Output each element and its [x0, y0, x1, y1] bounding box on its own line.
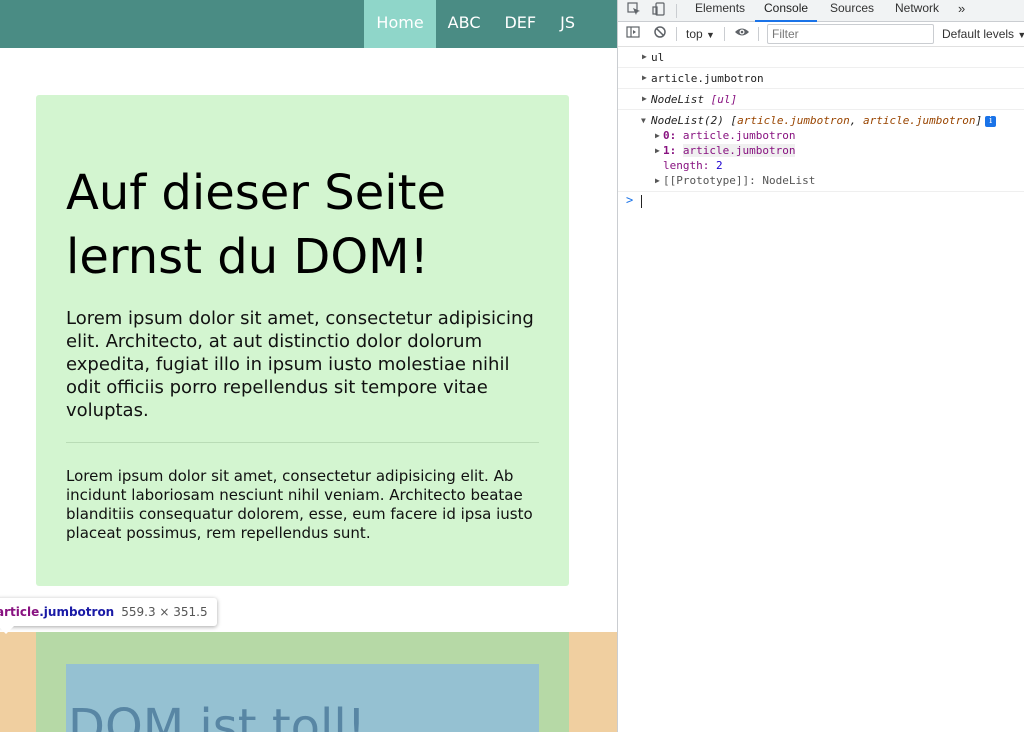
- tab-network[interactable]: Network: [895, 0, 939, 22]
- toolbar-separator-2: [724, 27, 725, 41]
- toolbar-separator-3: [758, 27, 759, 41]
- console-entry-text: ul: [651, 51, 665, 64]
- nav-item-home[interactable]: Home: [364, 0, 436, 48]
- child-value: article.jumbotron: [682, 129, 796, 142]
- nav-item-def[interactable]: DEF: [492, 0, 548, 48]
- console-entry-text: NodeList [ul]: [651, 93, 737, 106]
- tabbar-separator: [676, 4, 677, 18]
- tab-sources[interactable]: Sources: [830, 0, 874, 22]
- jumbotron-heading: Auf dieser Seite lernst du DOM!: [66, 165, 446, 285]
- comma: ,: [849, 114, 857, 127]
- console-output: ▶ ul ▶ article.jumbotron ▶ NodeList [ul]…: [618, 47, 1024, 732]
- devtools-tabbar: Elements Console Sources Network »: [618, 0, 1024, 22]
- jumbotron-second-heading: DOM ist toll!: [68, 699, 366, 732]
- nav-item-js[interactable]: JS: [548, 0, 587, 48]
- inspect-tooltip: article.jumbotron 559.3 × 351.5: [0, 598, 217, 634]
- console-entry-text: article.jumbotron: [651, 72, 764, 85]
- log-levels-label: Default levels: [942, 27, 1015, 41]
- live-expression-eye-icon[interactable]: [733, 25, 751, 43]
- child-key: 1:: [663, 144, 677, 157]
- nodelist-length: length: 2: [663, 159, 723, 172]
- more-tabs-icon[interactable]: »: [958, 0, 965, 22]
- page-viewport: Home ABC DEF JS Auf dieser Seite lernst …: [0, 0, 617, 732]
- jumbotron-body: Lorem ipsum dolor sit amet, consectetur …: [66, 467, 533, 542]
- device-toolbar-icon[interactable]: [650, 2, 668, 20]
- divider: [66, 442, 539, 443]
- jumbotron-lead: Lorem ipsum dolor sit amet, consectetur …: [66, 308, 534, 421]
- info-icon[interactable]: i: [985, 116, 997, 127]
- tab-elements[interactable]: Elements: [695, 0, 745, 22]
- sidebar-toggle-icon[interactable]: [624, 25, 642, 43]
- console-toolbar: top ▼ Filter Default levels ▼: [618, 22, 1024, 47]
- nodelist-name: NodeList(2): [651, 114, 724, 127]
- chevron-down-icon: ▼: [1017, 30, 1024, 40]
- jumbotron: Auf dieser Seite lernst du DOM! Lorem ip…: [36, 95, 569, 586]
- console-entry[interactable]: ▶ ul: [618, 47, 1024, 68]
- expand-triangle-icon[interactable]: ▶: [642, 52, 647, 61]
- tooltip-arrow: [0, 626, 14, 634]
- console-entry-text: NodeList(2) [article.jumbotron, article.…: [651, 114, 997, 127]
- toolbar-separator: [676, 27, 677, 41]
- top-navbar: Home ABC DEF JS: [0, 0, 617, 48]
- console-prompt-icon: >: [626, 193, 634, 207]
- nodelist-items: [ul]: [710, 93, 738, 106]
- length-key: length:: [663, 159, 710, 172]
- length-value: 2: [715, 159, 723, 172]
- log-levels-dropdown[interactable]: Default levels ▼: [942, 26, 1024, 43]
- jumbotron-second-content: DOM ist toll!: [66, 664, 539, 732]
- console-input-caret[interactable]: [641, 195, 642, 208]
- child-key: 0:: [663, 129, 677, 142]
- tooltip-tag: article: [0, 605, 40, 619]
- tooltip-dimensions: 559.3 × 351.5: [121, 605, 208, 619]
- tooltip-class: .jumbotron: [39, 605, 115, 619]
- prototype-entry[interactable]: [[Prototype]]: NodeList: [663, 174, 815, 187]
- nodelist-child[interactable]: 1: article.jumbotron: [663, 144, 796, 157]
- nodelist-item: article.jumbotron: [737, 114, 850, 127]
- nodelist-item: article.jumbotron: [862, 114, 976, 127]
- console-entry-expanded[interactable]: ▼ NodeList(2) [article.jumbotron, articl…: [618, 110, 1024, 192]
- tab-console[interactable]: Console: [755, 0, 818, 22]
- expand-triangle-icon[interactable]: ▶: [655, 176, 660, 185]
- collapse-triangle-icon[interactable]: ▼: [641, 116, 646, 125]
- bracket-close: ]: [975, 114, 983, 127]
- expand-triangle-icon[interactable]: ▶: [642, 94, 647, 103]
- chevron-down-icon: ▼: [706, 30, 715, 40]
- nav-list: Home ABC DEF JS: [364, 0, 587, 48]
- devtools-panel: Elements Console Sources Network » top ▼…: [617, 0, 1024, 732]
- nodelist-child[interactable]: 0: article.jumbotron: [663, 129, 795, 142]
- clear-console-icon[interactable]: [651, 25, 669, 43]
- tooltip-selector: article.jumbotron: [0, 605, 114, 619]
- child-value: article.jumbotron: [682, 144, 796, 157]
- console-entry[interactable]: ▶ article.jumbotron: [618, 68, 1024, 89]
- filter-input[interactable]: Filter: [767, 24, 934, 44]
- context-selector[interactable]: top ▼: [686, 26, 715, 43]
- inspect-element-icon[interactable]: [625, 2, 643, 20]
- expand-triangle-icon[interactable]: ▶: [642, 73, 647, 82]
- expand-triangle-icon[interactable]: ▶: [655, 146, 660, 155]
- context-label: top: [686, 27, 703, 41]
- expand-triangle-icon[interactable]: ▶: [655, 131, 660, 140]
- nav-item-abc[interactable]: ABC: [436, 0, 493, 48]
- nodelist-name: NodeList: [651, 93, 704, 106]
- console-entry[interactable]: ▶ NodeList [ul]: [618, 89, 1024, 110]
